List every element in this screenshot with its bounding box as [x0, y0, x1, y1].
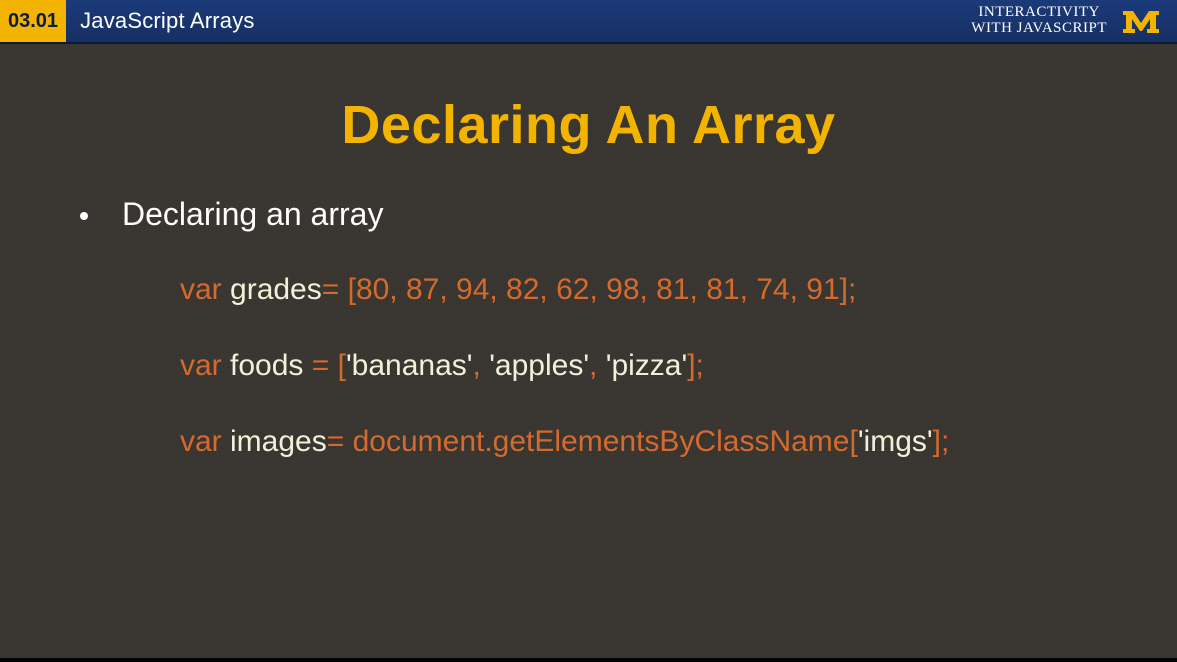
code-line-1: var grades= [80, 87, 94, 82, 62, 98, 81,… [180, 273, 1117, 307]
string: 'imgs' [858, 425, 933, 458]
bullet-dot-icon [80, 212, 88, 220]
code-line-2: var foods = ['bananas', 'apples', 'pizza… [180, 349, 1117, 383]
course-title: INTERACTIVITY WITH JAVASCRIPT [971, 5, 1107, 37]
punct: , [473, 349, 490, 382]
michigan-logo-icon [1121, 7, 1161, 35]
identifier: grades [230, 273, 322, 306]
punct: = [ [312, 349, 346, 382]
slide-body: Declaring An Array Declaring an array va… [0, 44, 1177, 459]
bottom-border [0, 658, 1177, 662]
punct: ]; [933, 425, 950, 458]
code-rest: = [80, 87, 94, 82, 62, 98, 81, 81, 74, 9… [322, 273, 857, 306]
string: 'bananas' [346, 349, 473, 382]
lesson-number: 03.01 [0, 0, 66, 42]
bullet-item: Declaring an array [80, 196, 1117, 233]
identifier: images [230, 425, 327, 458]
keyword: var [180, 349, 230, 382]
code-line-3: var images= document.getElementsByClassN… [180, 425, 1117, 459]
slide-title: Declaring An Array [60, 94, 1117, 156]
course-title-line2: WITH JAVASCRIPT [971, 21, 1107, 37]
punct: = document.getElementsByClassName[ [327, 425, 858, 458]
course-title-line1: INTERACTIVITY [971, 5, 1107, 21]
keyword: var [180, 273, 230, 306]
header-bar: 03.01 JavaScript Arrays INTERACTIVITY WI… [0, 0, 1177, 44]
punct: ]; [687, 349, 704, 382]
punct: , [589, 349, 606, 382]
lesson-title: JavaScript Arrays [80, 8, 255, 34]
string: 'apples' [489, 349, 589, 382]
string: 'pizza' [606, 349, 688, 382]
bullet-text: Declaring an array [122, 196, 383, 233]
identifier: foods [230, 349, 312, 382]
keyword: var [180, 425, 230, 458]
